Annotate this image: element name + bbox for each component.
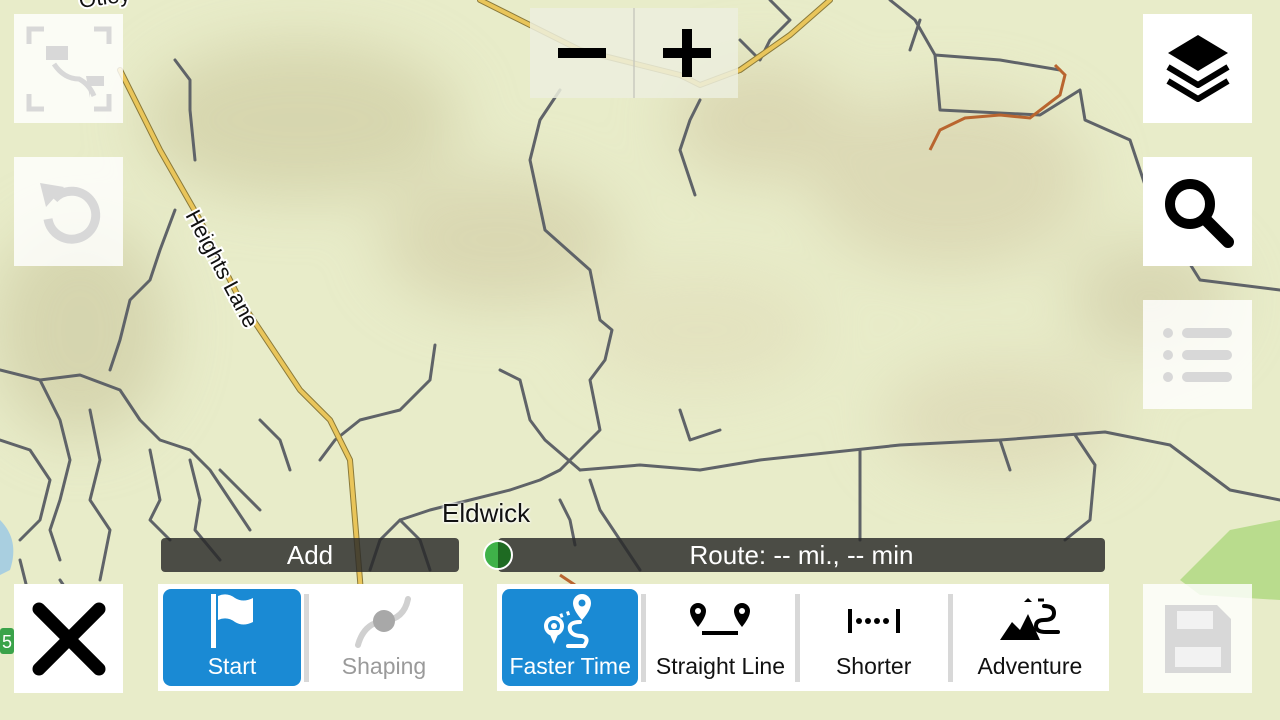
flag-icon — [207, 589, 257, 653]
shaping-label: Shaping — [341, 653, 427, 679]
list-icon — [1162, 323, 1234, 387]
separator — [304, 593, 309, 682]
straight-line-icon — [688, 589, 752, 653]
adventure-option[interactable]: Adventure — [956, 589, 1104, 686]
separator — [947, 593, 953, 682]
layers-icon — [1162, 29, 1234, 109]
search-button[interactable] — [1143, 157, 1252, 266]
add-point-bar: Add — [161, 538, 459, 572]
shorter-label: Shorter — [835, 653, 912, 679]
straight-line-option[interactable]: Straight Line — [649, 589, 791, 686]
route-summary-bar: Route: -- mi., -- min — [498, 538, 1105, 572]
close-button[interactable] — [14, 584, 123, 693]
adventure-icon — [998, 589, 1062, 653]
search-icon — [1158, 172, 1238, 252]
route-planner-icon — [24, 24, 114, 114]
route-status-dot — [483, 540, 513, 570]
route-badge-label: 5 — [2, 632, 12, 652]
start-point-option[interactable]: Start — [163, 589, 301, 686]
undo-icon — [34, 177, 104, 247]
route-planner-button[interactable] — [14, 14, 123, 123]
close-icon — [31, 601, 107, 677]
shorter-icon — [846, 589, 902, 653]
faster-time-label: Faster Time — [509, 653, 631, 679]
route-type-panel: Faster Time Straight Line Shorter Advent… — [497, 584, 1109, 691]
curvy-route-icon — [542, 589, 598, 653]
straight-line-label: Straight Line — [655, 653, 786, 679]
add-label: Add — [286, 539, 334, 570]
undo-button[interactable] — [14, 157, 123, 266]
route-summary: Route: -- mi., -- min — [689, 539, 914, 570]
adventure-label: Adventure — [977, 653, 1083, 679]
save-icon — [1163, 603, 1233, 675]
separator — [641, 593, 647, 682]
point-type-panel: Start Shaping — [158, 584, 463, 691]
separator — [794, 593, 800, 682]
shaping-point-icon — [354, 589, 414, 653]
zoom-in-button[interactable] — [635, 8, 738, 98]
shaping-point-option[interactable]: Shaping — [312, 589, 456, 686]
start-label: Start — [207, 653, 257, 679]
zoom-out-button[interactable] — [530, 8, 633, 98]
minus-icon — [557, 48, 606, 58]
shorter-option[interactable]: Shorter — [803, 589, 945, 686]
faster-time-option[interactable]: Faster Time — [502, 589, 639, 686]
place-label: Eldwick — [442, 498, 531, 528]
save-button[interactable] — [1143, 584, 1252, 693]
layers-button[interactable] — [1143, 14, 1252, 123]
plus-icon — [662, 29, 711, 77]
list-button[interactable] — [1143, 300, 1252, 409]
zoom-controls — [530, 8, 738, 98]
